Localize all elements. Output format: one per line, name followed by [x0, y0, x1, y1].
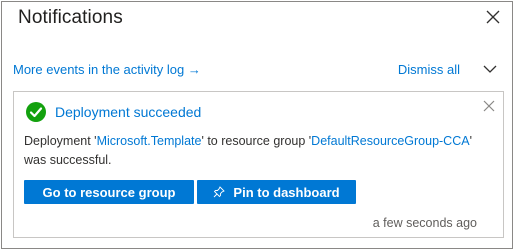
chevron-down-icon[interactable] [482, 62, 498, 76]
message-prefix: Deployment ' [24, 134, 97, 148]
arrow-right-icon: → [187, 62, 201, 77]
notifications-header-row: More events in the activity log → Dismis… [13, 60, 498, 80]
close-panel-button[interactable] [482, 6, 504, 28]
close-icon[interactable] [483, 100, 495, 112]
dismiss-all-link[interactable]: Dismiss all [398, 62, 460, 77]
notification-timestamp: a few seconds ago [372, 216, 477, 230]
notifications-panel: Notifications More events in the activit… [1, 1, 513, 249]
go-to-resource-group-button[interactable]: Go to resource group [24, 180, 194, 204]
message-middle: ' to resource group ' [201, 134, 312, 148]
notification-card: Deployment succeeded Deployment 'Microso… [13, 91, 504, 238]
template-link[interactable]: Microsoft.Template [97, 134, 202, 148]
success-checkmark-icon [26, 102, 46, 122]
pin-icon [214, 186, 226, 198]
pin-button-label: Pin to dashboard [233, 184, 340, 200]
close-icon [486, 10, 500, 24]
resource-group-link[interactable]: DefaultResourceGroup-CCA [311, 134, 469, 148]
pin-to-dashboard-button[interactable]: Pin to dashboard [197, 180, 356, 204]
notification-message: Deployment 'Microsoft.Template' to resou… [24, 132, 496, 170]
panel-title: Notifications [18, 7, 123, 28]
notification-title: Deployment succeeded [55, 104, 202, 120]
activity-log-link[interactable]: More events in the activity log → [13, 62, 201, 77]
activity-log-link-label: More events in the activity log [13, 62, 185, 77]
